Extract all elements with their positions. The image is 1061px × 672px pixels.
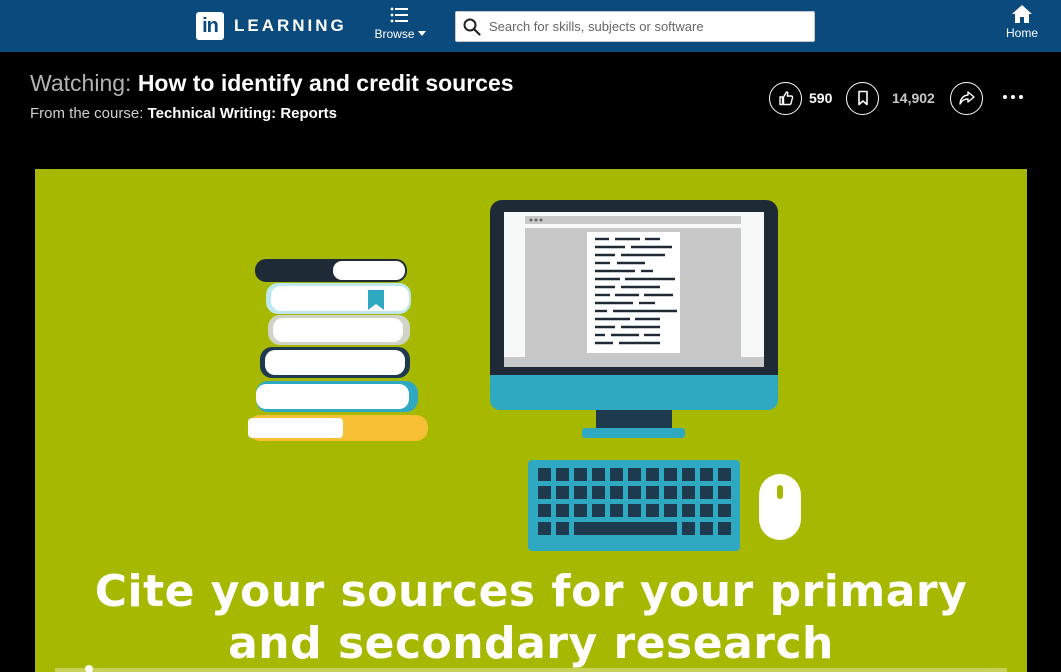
keyboard-key (628, 504, 641, 517)
keyboard-key (682, 468, 695, 481)
video-title-area: Watching: How to identify and credit sou… (30, 70, 514, 122)
keyboard-key (700, 468, 713, 481)
monitor-illustration (490, 200, 778, 438)
keyboard-key (556, 504, 569, 517)
chevron-down-icon (417, 31, 426, 37)
bookmark-icon (857, 90, 868, 106)
share-action (950, 81, 983, 115)
keyboard-key (628, 468, 641, 481)
browse-label: Browse (374, 27, 415, 41)
save-count: 14,902 (892, 90, 935, 106)
linkedin-learning-logo[interactable]: in LEARNING (196, 12, 347, 40)
linkedin-logo-mark: in (196, 12, 224, 40)
more-icon[interactable] (1003, 95, 1023, 99)
keyboard-key (538, 522, 551, 535)
keyboard-key (556, 486, 569, 499)
slide-illustration (248, 200, 801, 551)
book-stack-illustration (248, 259, 428, 441)
keyboard-key (592, 468, 605, 481)
keyboard-key (664, 468, 677, 481)
keyboard-key (718, 522, 731, 535)
keyboard-key (646, 504, 659, 517)
more-dot (1019, 95, 1023, 99)
logo-text: LEARNING (234, 16, 347, 35)
search-icon (463, 18, 481, 36)
keyboard-key (610, 504, 623, 517)
keyboard-key (574, 504, 587, 517)
page-title: Watching: How to identify and credit sou… (30, 70, 514, 97)
watching-prefix: Watching: (30, 70, 132, 96)
progress-scrubber[interactable] (85, 665, 93, 672)
keyboard-key (574, 468, 587, 481)
search-input[interactable] (489, 19, 799, 34)
keyboard-key (592, 486, 605, 499)
video-title: How to identify and credit sources (137, 70, 514, 96)
mouse-illustration (759, 474, 801, 540)
slide-caption-line-2: and secondary research (228, 618, 834, 669)
keyboard-key (664, 504, 677, 517)
more-dot (1003, 95, 1007, 99)
keyboard-key (538, 468, 551, 481)
keyboard-key (682, 486, 695, 499)
keyboard-key (700, 486, 713, 499)
home-label: Home (1005, 26, 1038, 40)
thumbs-up-icon (778, 91, 793, 106)
keyboard-key (718, 486, 731, 499)
keyboard-key (682, 522, 695, 535)
course-prefix: From the course: (30, 105, 144, 122)
keyboard-key (556, 522, 569, 535)
keyboard-key (592, 504, 605, 517)
keyboard-key (646, 468, 659, 481)
like-count: 590 (809, 90, 833, 106)
keyboard-key (610, 468, 623, 481)
save-button[interactable] (846, 81, 879, 115)
course-line: From the course: Technical Writing: Repo… (30, 105, 514, 122)
keyboard-key (700, 504, 713, 517)
like-action: 590 (769, 81, 832, 115)
like-button[interactable] (769, 81, 802, 115)
home-button[interactable]: Home (1000, 4, 1044, 46)
keyboard-key (700, 522, 713, 535)
list-icon (390, 7, 408, 23)
keyboard-key (538, 486, 551, 499)
keyboard-key (664, 486, 677, 499)
video-progress-bar[interactable] (55, 668, 1007, 672)
keyboard-key (628, 486, 641, 499)
top-nav-bar: in LEARNING Browse Home (0, 0, 1061, 52)
keyboard-key (610, 486, 623, 499)
browse-menu-button[interactable]: Browse (372, 6, 428, 48)
video-player[interactable]: Cite your sources for your primary and s… (35, 169, 1027, 672)
course-link[interactable]: Technical Writing: Reports (148, 105, 337, 122)
keyboard-key (646, 486, 659, 499)
keyboard-key (682, 504, 695, 517)
keyboard-key (718, 468, 731, 481)
keyboard-key (556, 468, 569, 481)
keyboard-illustration (528, 460, 740, 551)
slide-caption-line-1: Cite your sources for your primary (94, 566, 968, 617)
keyboard-key (538, 504, 551, 517)
save-action: 14,902 (846, 81, 935, 115)
keyboard-key (718, 504, 731, 517)
home-icon (1012, 5, 1032, 23)
share-icon (958, 91, 975, 105)
keyboard-spacebar (574, 522, 677, 535)
share-button[interactable] (950, 81, 983, 115)
more-dot (1011, 95, 1015, 99)
search-box[interactable] (455, 11, 815, 42)
keyboard-key (574, 486, 587, 499)
